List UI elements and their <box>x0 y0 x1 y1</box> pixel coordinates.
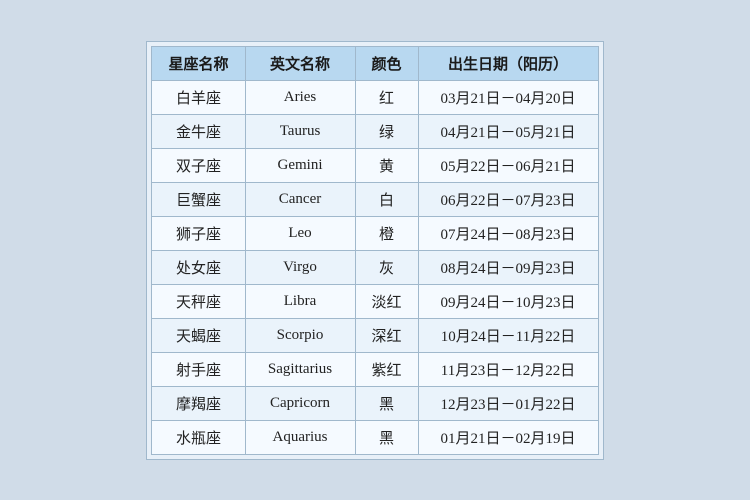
cell-date: 05月22日－06月21日 <box>418 148 598 182</box>
zodiac-table-container: 星座名称 英文名称 颜色 出生日期（阳历） 白羊座Aries红03月21日－04… <box>146 41 603 460</box>
cell-date: 09月24日－10月23日 <box>418 284 598 318</box>
cell-color: 黄 <box>355 148 418 182</box>
cell-color: 紫红 <box>355 352 418 386</box>
table-row: 射手座Sagittarius紫红11月23日－12月22日 <box>152 352 598 386</box>
cell-zh: 双子座 <box>152 148 245 182</box>
cell-en: Scorpio <box>245 318 355 352</box>
cell-zh: 处女座 <box>152 250 245 284</box>
cell-zh: 摩羯座 <box>152 386 245 420</box>
cell-date: 06月22日－07月23日 <box>418 182 598 216</box>
cell-color: 深红 <box>355 318 418 352</box>
cell-date: 01月21日－02月19日 <box>418 420 598 454</box>
cell-en: Aquarius <box>245 420 355 454</box>
table-row: 狮子座Leo橙07月24日－08月23日 <box>152 216 598 250</box>
zodiac-table: 星座名称 英文名称 颜色 出生日期（阳历） 白羊座Aries红03月21日－04… <box>151 46 598 455</box>
table-row: 水瓶座Aquarius黑01月21日－02月19日 <box>152 420 598 454</box>
cell-zh: 射手座 <box>152 352 245 386</box>
cell-en: Sagittarius <box>245 352 355 386</box>
cell-color: 白 <box>355 182 418 216</box>
cell-zh: 巨蟹座 <box>152 182 245 216</box>
cell-date: 07月24日－08月23日 <box>418 216 598 250</box>
cell-en: Virgo <box>245 250 355 284</box>
table-row: 金牛座Taurus绿04月21日－05月21日 <box>152 114 598 148</box>
cell-color: 灰 <box>355 250 418 284</box>
table-row: 处女座Virgo灰08月24日－09月23日 <box>152 250 598 284</box>
cell-zh: 天秤座 <box>152 284 245 318</box>
cell-date: 08月24日－09月23日 <box>418 250 598 284</box>
cell-en: Leo <box>245 216 355 250</box>
header-zh: 星座名称 <box>152 46 245 80</box>
cell-en: Cancer <box>245 182 355 216</box>
cell-color: 橙 <box>355 216 418 250</box>
cell-en: Aries <box>245 80 355 114</box>
cell-en: Taurus <box>245 114 355 148</box>
cell-en: Capricorn <box>245 386 355 420</box>
table-row: 天秤座Libra淡红09月24日－10月23日 <box>152 284 598 318</box>
cell-en: Gemini <box>245 148 355 182</box>
cell-date: 04月21日－05月21日 <box>418 114 598 148</box>
cell-zh: 白羊座 <box>152 80 245 114</box>
table-row: 白羊座Aries红03月21日－04月20日 <box>152 80 598 114</box>
cell-color: 黑 <box>355 386 418 420</box>
header-color: 颜色 <box>355 46 418 80</box>
cell-en: Libra <box>245 284 355 318</box>
table-row: 摩羯座Capricorn黑12月23日－01月22日 <box>152 386 598 420</box>
header-date: 出生日期（阳历） <box>418 46 598 80</box>
table-row: 巨蟹座Cancer白06月22日－07月23日 <box>152 182 598 216</box>
table-row: 天蝎座Scorpio深红10月24日－11月22日 <box>152 318 598 352</box>
cell-date: 03月21日－04月20日 <box>418 80 598 114</box>
cell-color: 淡红 <box>355 284 418 318</box>
cell-color: 黑 <box>355 420 418 454</box>
cell-zh: 金牛座 <box>152 114 245 148</box>
cell-date: 10月24日－11月22日 <box>418 318 598 352</box>
cell-color: 绿 <box>355 114 418 148</box>
cell-zh: 狮子座 <box>152 216 245 250</box>
cell-date: 11月23日－12月22日 <box>418 352 598 386</box>
table-header-row: 星座名称 英文名称 颜色 出生日期（阳历） <box>152 46 598 80</box>
cell-color: 红 <box>355 80 418 114</box>
cell-zh: 水瓶座 <box>152 420 245 454</box>
cell-date: 12月23日－01月22日 <box>418 386 598 420</box>
table-row: 双子座Gemini黄05月22日－06月21日 <box>152 148 598 182</box>
cell-zh: 天蝎座 <box>152 318 245 352</box>
header-en: 英文名称 <box>245 46 355 80</box>
